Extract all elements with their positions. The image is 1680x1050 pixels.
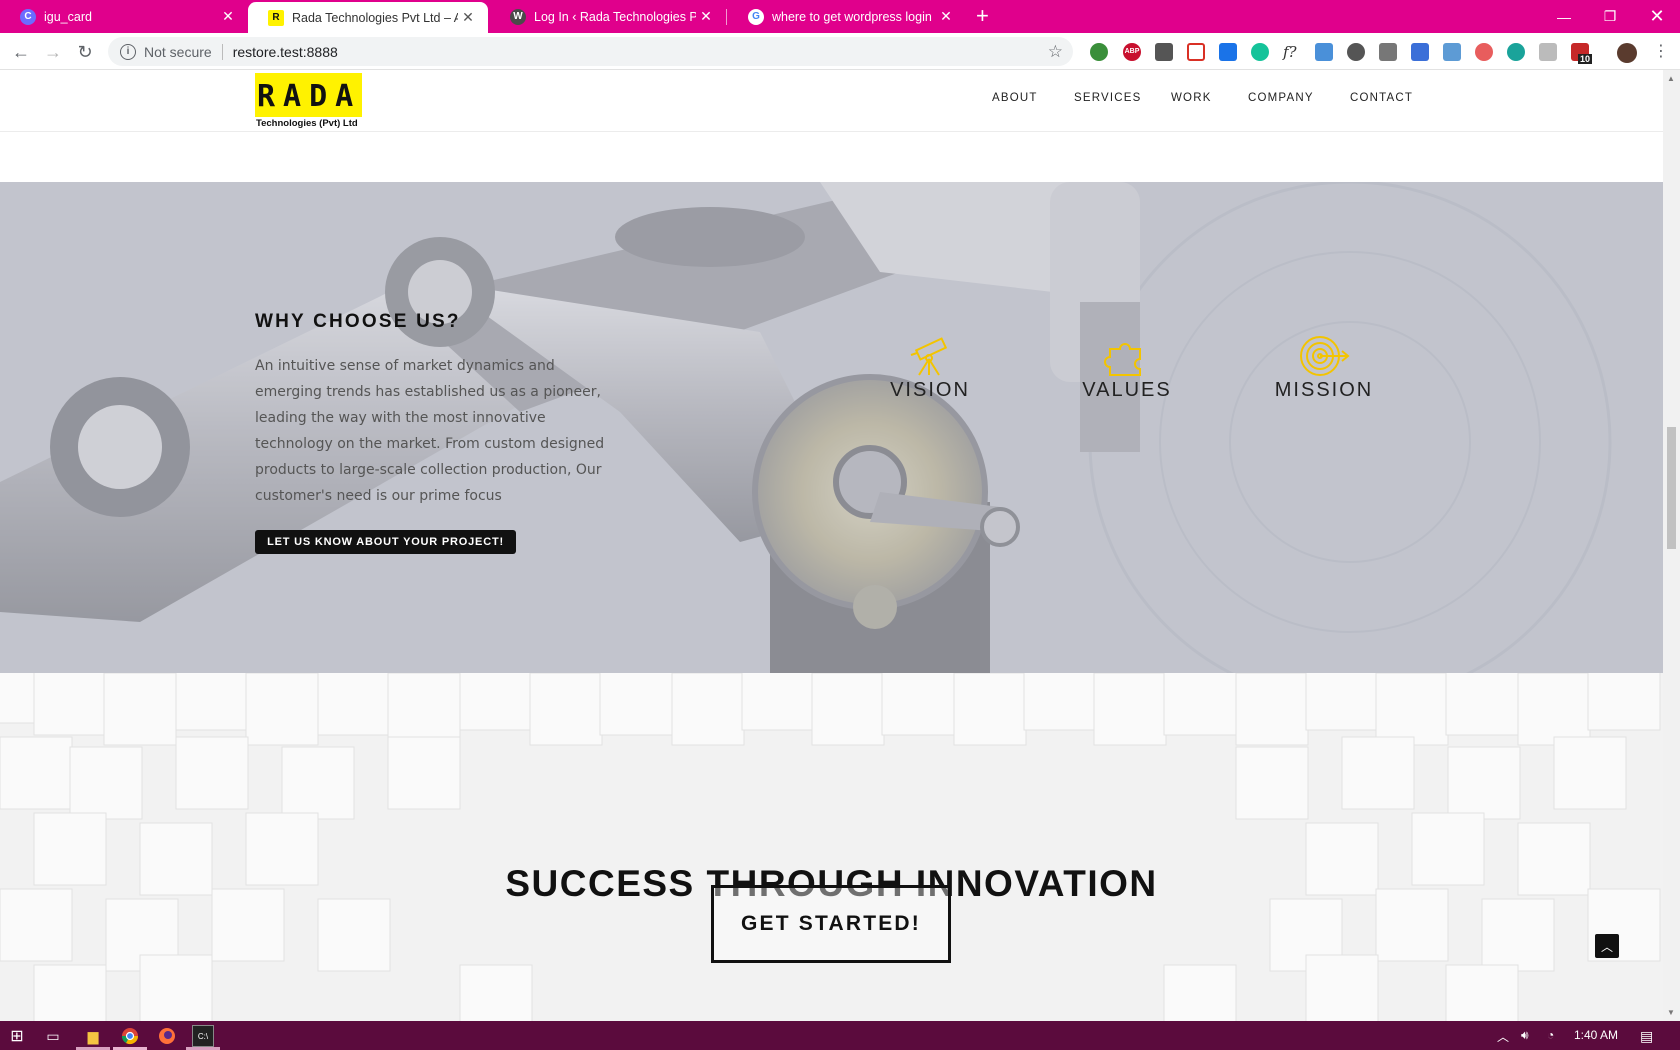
google-icon: G (748, 8, 764, 25)
tab-title: Log In ‹ Rada Technologies Pvt Lt (534, 9, 696, 24)
cube-pattern-background (0, 673, 1663, 1021)
adblock-icon[interactable]: ABP (1123, 43, 1141, 61)
info-icon[interactable]: i (120, 43, 136, 60)
puzzle-icon (1104, 343, 1141, 376)
extension-k-icon[interactable] (1539, 43, 1557, 61)
file-explorer-icon[interactable]: ▆ (82, 1025, 104, 1047)
new-tab-button[interactable]: + (976, 5, 989, 27)
r-logo-icon: R (268, 9, 284, 26)
avatar[interactable] (1617, 43, 1637, 63)
why-choose-us-section (0, 182, 1663, 673)
close-icon[interactable]: ✕ (218, 8, 238, 25)
target-icon (1300, 336, 1350, 376)
wordpress-icon: W (510, 8, 526, 25)
kebab-menu-icon[interactable]: ⋮ (1652, 43, 1670, 61)
extension-shield-icon[interactable] (1155, 43, 1173, 61)
extension-globe-icon[interactable] (1090, 43, 1108, 61)
feature-label: MISSION (1274, 379, 1374, 401)
wordpress-ext-icon[interactable] (1347, 43, 1365, 61)
windows-taskbar: ⊞ ▭ ▆ C:\ ︿ 🔊︎ ◔ 1:40 AM ▤ (0, 1021, 1680, 1050)
address-bar[interactable]: i Not secure restore.test:8888 ☆ (108, 37, 1073, 66)
tab-rada-technologies[interactable]: R Rada Technologies Pvt Ltd – Auto ✕ (248, 2, 488, 33)
site-logo[interactable]: RADA Technologies (Pvt) Ltd (255, 73, 362, 131)
hero-overlay (0, 182, 1663, 673)
browser-tab-bar: C igu_card ✕ R Rada Technologies Pvt Ltd… (0, 0, 1680, 33)
clock[interactable]: 1:40 AM (1574, 1028, 1618, 1042)
feature-label: VALUES (1082, 379, 1172, 401)
telescope-icon (910, 337, 948, 376)
close-icon[interactable]: ✕ (696, 8, 716, 25)
tab-title: Rada Technologies Pvt Ltd – Auto (292, 10, 458, 25)
scroll-up-arrow-icon[interactable]: ▲ (1667, 74, 1675, 83)
nav-services[interactable]: SERVICES (1074, 92, 1142, 104)
scroll-to-top-button[interactable]: ︿ (1595, 934, 1619, 958)
site-header: RADA Technologies (Pvt) Ltd ABOUT SERVIC… (0, 70, 1663, 132)
nav-work[interactable]: WORK (1171, 92, 1212, 104)
omnibox-divider (221, 43, 223, 60)
close-icon[interactable]: ✕ (936, 8, 956, 25)
feature-vision: VISION (860, 335, 1000, 402)
tray-chevron-icon[interactable]: ︿ (1497, 1028, 1509, 1045)
function-icon[interactable]: f? (1283, 43, 1301, 61)
back-arrow-icon[interactable]: ← (10, 41, 32, 63)
extension-badge: 10 (1578, 54, 1593, 64)
gmail-icon[interactable] (1187, 43, 1205, 61)
feature-mission: MISSION (1254, 335, 1394, 402)
feature-values: VALUES (1057, 335, 1197, 402)
security-label: Not secure (144, 43, 212, 60)
extension-p-icon[interactable] (1219, 43, 1237, 61)
reload-icon[interactable]: ↻ (74, 41, 96, 63)
restore-icon[interactable]: ❐ (1587, 0, 1633, 33)
windows-start-icon[interactable]: ⊞ (6, 1025, 28, 1047)
extension-download-icon[interactable] (1411, 43, 1429, 61)
nav-contact[interactable]: CONTACT (1350, 92, 1413, 104)
nav-about[interactable]: ABOUT (992, 92, 1038, 104)
get-started-button[interactable]: GET STARTED! (711, 885, 951, 963)
extension-blocks-icon[interactable] (1315, 43, 1333, 61)
tab-separator (726, 9, 727, 25)
action-center-icon[interactable]: ▤ (1640, 1028, 1653, 1045)
c-circle-icon: C (20, 8, 36, 25)
network-icon[interactable]: ◔ (1547, 1028, 1554, 1042)
tab-igu-card[interactable]: C igu_card ✕ (0, 0, 248, 33)
scrollbar-thumb[interactable] (1667, 427, 1676, 549)
page-scrollbar[interactable]: ▲ ▼ (1663, 70, 1680, 1021)
close-icon[interactable]: ✕ (458, 9, 478, 26)
tab-login[interactable]: W Log In ‹ Rada Technologies Pvt Lt ✕ (490, 0, 726, 33)
success-section: SUCCESS THROUGH INNOVATION (0, 673, 1663, 1021)
project-inquiry-button[interactable]: LET US KNOW ABOUT YOUR PROJECT! (255, 530, 516, 554)
logo-subtitle: Technologies (Pvt) Ltd (256, 118, 358, 129)
url-text[interactable]: restore.test:8888 (233, 44, 338, 60)
terminal-icon[interactable]: C:\ (192, 1025, 214, 1047)
extension-m-icon[interactable] (1507, 43, 1525, 61)
grammarly-icon[interactable] (1251, 43, 1269, 61)
minimize-icon[interactable]: — (1541, 0, 1587, 33)
eyedropper-icon[interactable] (1379, 43, 1397, 61)
tab-google-search[interactable]: G where to get wordpress login pa ✕ (728, 0, 966, 33)
firefox-icon[interactable] (156, 1025, 178, 1047)
tab-title: igu_card (44, 9, 92, 24)
chrome-icon[interactable] (119, 1025, 141, 1047)
why-choose-us-title: WHY CHOOSE US? (255, 311, 461, 332)
volume-icon[interactable]: 🔊︎ (1521, 1028, 1529, 1043)
feature-label: VISION (890, 379, 970, 401)
task-view-icon[interactable]: ▭ (42, 1025, 64, 1047)
logo-letters: RADA (257, 79, 362, 114)
nav-company[interactable]: COMPANY (1248, 92, 1314, 104)
page-viewport: RADA Technologies (Pvt) Ltd ABOUT SERVIC… (0, 70, 1663, 1021)
scroll-down-arrow-icon[interactable]: ▼ (1667, 1008, 1675, 1017)
close-window-icon[interactable]: ✕ (1634, 0, 1680, 33)
bookmark-star-icon[interactable]: ☆ (1048, 42, 1063, 62)
extension-shield-red-icon[interactable] (1475, 43, 1493, 61)
forward-arrow-icon[interactable]: → (42, 41, 64, 63)
tab-title: where to get wordpress login pa (772, 9, 936, 24)
extension-window-icon[interactable] (1443, 43, 1461, 61)
why-choose-us-text: An intuitive sense of market dynamics an… (255, 358, 605, 504)
